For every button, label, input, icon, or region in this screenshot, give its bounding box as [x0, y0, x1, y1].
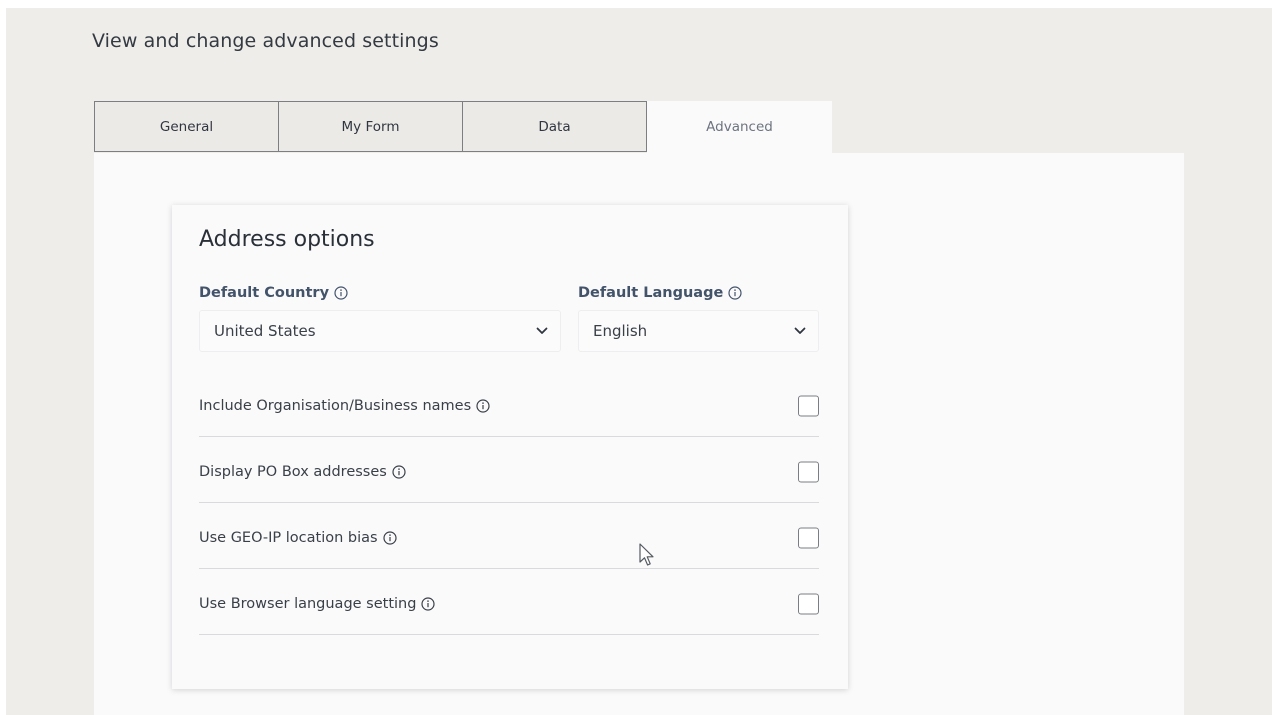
default-country-label: Default Country [199, 285, 348, 301]
default-language-label-text: Default Language [578, 285, 724, 301]
default-language-label: Default Language [578, 285, 742, 301]
option-row-po-box: Display PO Box addresses [199, 437, 819, 503]
tab-advanced[interactable]: Advanced [647, 101, 832, 153]
option-label: Display PO Box addresses [199, 464, 406, 480]
default-language-value: English [593, 322, 648, 340]
geo-ip-checkbox[interactable] [798, 527, 819, 549]
option-label: Include Organisation/Business names [199, 398, 490, 414]
info-icon[interactable] [421, 597, 436, 611]
default-country-value: United States [214, 322, 316, 340]
advanced-panel: Address options Default Country United S… [94, 153, 1184, 715]
tab-data[interactable]: Data [462, 101, 647, 152]
option-label: Use GEO-IP location bias [199, 530, 397, 546]
option-label-text: Use Browser language setting [199, 596, 417, 612]
tab-bar: General My Form Data Advanced [94, 101, 832, 153]
info-icon[interactable] [728, 286, 742, 300]
option-label-text: Include Organisation/Business names [199, 398, 472, 414]
info-icon[interactable] [392, 465, 406, 479]
default-country-select[interactable]: United States [199, 310, 561, 352]
tab-my-form[interactable]: My Form [278, 101, 463, 152]
mouse-cursor-icon [639, 543, 654, 566]
browser-language-checkbox[interactable] [798, 593, 819, 615]
default-language-select[interactable]: English [578, 310, 819, 352]
po-box-checkbox[interactable] [798, 461, 819, 483]
option-row-browser-language: Use Browser language setting [199, 569, 819, 635]
organisation-names-checkbox[interactable] [798, 395, 819, 417]
tab-general[interactable]: General [94, 101, 279, 152]
chevron-down-icon [794, 327, 806, 334]
card-title: Address options [199, 227, 375, 252]
default-country-label-text: Default Country [199, 285, 330, 301]
option-label-text: Display PO Box addresses [199, 464, 387, 480]
option-row-organisation-names: Include Organisation/Business names [199, 371, 819, 437]
option-label: Use Browser language setting [199, 596, 436, 612]
info-icon[interactable] [476, 399, 490, 413]
option-row-geo-ip: Use GEO-IP location bias [199, 503, 819, 569]
info-icon[interactable] [334, 286, 348, 300]
option-label-text: Use GEO-IP location bias [199, 530, 378, 546]
address-options-card: Address options Default Country United S… [172, 205, 848, 689]
page-heading: View and change advanced settings [92, 30, 439, 52]
chevron-down-icon [536, 327, 548, 334]
app-frame: View and change advanced settings Genera… [6, 8, 1272, 715]
info-icon[interactable] [382, 531, 397, 545]
